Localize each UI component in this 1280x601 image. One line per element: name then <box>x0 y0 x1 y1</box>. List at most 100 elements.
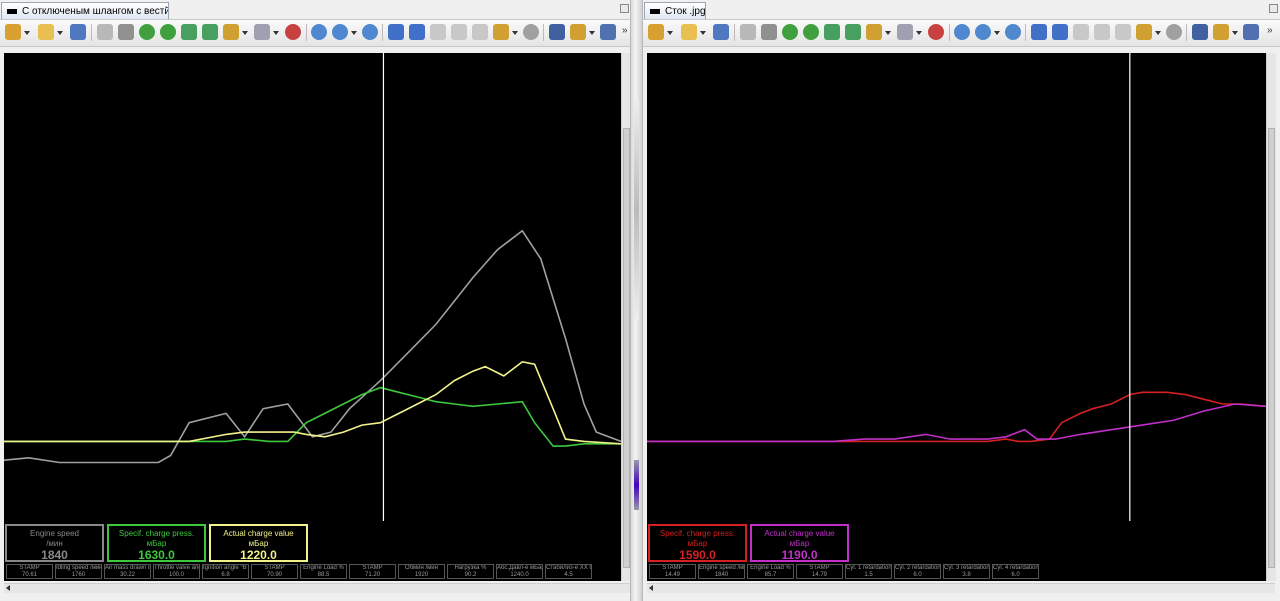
cell-value: 4.5 <box>564 572 573 578</box>
horizontal-scrollbar[interactable] <box>647 583 1275 593</box>
binoculars-icon[interactable] <box>600 24 616 40</box>
chart-canvas <box>4 53 621 521</box>
frame-next-icon[interactable] <box>1094 24 1110 40</box>
zoom-out-icon[interactable] <box>1005 24 1021 40</box>
zoom-icon[interactable] <box>332 24 348 40</box>
crop-icon[interactable] <box>761 24 777 40</box>
save-icon[interactable] <box>70 24 86 40</box>
value-cell[interactable]: Engine speed /мин1840 <box>698 564 745 579</box>
value-cell[interactable]: STAMP 14.49 <box>649 564 696 579</box>
value-cell[interactable]: STAMP 70.90 <box>251 564 298 579</box>
rotate-right-icon[interactable] <box>160 24 176 40</box>
frame-first-icon[interactable] <box>472 24 488 40</box>
tools-icon[interactable] <box>866 24 882 40</box>
link-icon[interactable] <box>1166 24 1182 40</box>
horizontal-scrollbar[interactable] <box>4 583 630 593</box>
frame-prev-icon[interactable] <box>1073 24 1089 40</box>
value-cell[interactable]: Engine Load % 88.5 <box>300 564 347 579</box>
gauge-unit: /мин <box>46 539 63 548</box>
link-icon[interactable] <box>523 24 539 40</box>
hierarchy-icon[interactable] <box>648 24 664 40</box>
marker-icon[interactable] <box>928 24 944 40</box>
gauge-specif-charge-press[interactable]: Specif. charge press. мБар 1630.0 <box>107 524 206 562</box>
value-cell[interactable]: Idling speed /мин 1760 <box>55 564 102 579</box>
zoom-in-icon[interactable] <box>311 24 327 40</box>
rotate-left-icon[interactable] <box>139 24 155 40</box>
settings-icon[interactable] <box>897 24 913 40</box>
scroll-thumb[interactable] <box>623 128 630 568</box>
settings-icon[interactable] <box>254 24 270 40</box>
graph-area[interactable] <box>647 53 1266 521</box>
arrow-right-icon[interactable] <box>1052 24 1068 40</box>
gauge-label: Actual charge value <box>223 529 294 538</box>
pane-splitter[interactable] <box>630 0 643 601</box>
gauge-unit: мБар <box>248 539 269 548</box>
save-icon[interactable] <box>713 24 729 40</box>
value-cell[interactable]: Cyl. 2 retardation ...6.0 <box>894 564 941 579</box>
undo-icon[interactable] <box>97 24 113 40</box>
open-folder-icon[interactable] <box>681 24 697 40</box>
undo-icon[interactable] <box>740 24 756 40</box>
gauge-engine-speed[interactable]: Engine speed/мин 1840 <box>5 524 104 562</box>
value-cell[interactable]: Cyl. 1 retardation ...1.5 <box>845 564 892 579</box>
value-cell[interactable]: STAMP 70.61 <box>6 564 53 579</box>
toolbar-overflow[interactable]: » <box>622 25 628 36</box>
gauge-specif-charge-press[interactable]: Specif. charge press. мБар 1590.0 <box>648 524 747 562</box>
value-cell[interactable]: Нагрузка % 90.2 <box>447 564 494 579</box>
cell-value: 3.8 <box>962 572 971 578</box>
zoom-icon[interactable] <box>975 24 991 40</box>
fullscreen-icon[interactable] <box>1192 24 1208 40</box>
arrow-left-icon[interactable] <box>388 24 404 40</box>
fullscreen-icon[interactable] <box>549 24 565 40</box>
value-cell[interactable]: Обмин /мин 1920 <box>398 564 445 579</box>
presentation-icon[interactable] <box>493 24 509 40</box>
value-cell[interactable]: Cyl. 4 retardation ...6.0 <box>992 564 1039 579</box>
rotate-left-icon[interactable] <box>782 24 798 40</box>
value-cell[interactable]: Абс.Давл-е мБар 1240.0 <box>496 564 543 579</box>
import-icon[interactable] <box>202 24 218 40</box>
hierarchy-icon[interactable] <box>5 24 21 40</box>
rotate-right-icon[interactable] <box>803 24 819 40</box>
gauge-actual-charge-value[interactable]: Actual charge value мБар 1190.0 <box>750 524 849 562</box>
cell-label: STAMP <box>19 565 40 571</box>
value-cell[interactable]: Ignition angle °BT...6.8 <box>202 564 249 579</box>
frame-prev-icon[interactable] <box>430 24 446 40</box>
value-cell[interactable]: Air mass drawn in ...30.22 <box>104 564 151 579</box>
arrow-right-icon[interactable] <box>409 24 425 40</box>
close-icon[interactable] <box>620 4 629 13</box>
window-icon[interactable] <box>1213 24 1229 40</box>
value-cell[interactable]: Throttle valve angl...100.0 <box>153 564 200 579</box>
tab-left-file[interactable]: С отключеным шлангом с вестй гей... <box>1 2 169 19</box>
frame-next-icon[interactable] <box>451 24 467 40</box>
graph-area[interactable] <box>4 53 621 521</box>
frame-first-icon[interactable] <box>1115 24 1131 40</box>
scroll-thumb[interactable] <box>1268 128 1275 568</box>
tools-icon[interactable] <box>223 24 239 40</box>
scroll-left-icon[interactable] <box>6 585 10 591</box>
cell-value: 14.79 <box>811 572 827 578</box>
value-cell[interactable]: STAMP 71.20 <box>349 564 396 579</box>
toolbar-overflow[interactable]: » <box>1267 25 1273 36</box>
value-cell[interactable]: STAMP 14.79 <box>796 564 843 579</box>
vertical-scrollbar[interactable] <box>1266 53 1276 581</box>
zoom-out-icon[interactable] <box>362 24 378 40</box>
marker-icon[interactable] <box>285 24 301 40</box>
crop-icon[interactable] <box>118 24 134 40</box>
binoculars-icon[interactable] <box>1243 24 1259 40</box>
window-icon[interactable] <box>570 24 586 40</box>
cell-label: Idling speed /мин <box>56 565 101 571</box>
scroll-left-icon[interactable] <box>649 585 653 591</box>
import-icon[interactable] <box>845 24 861 40</box>
zoom-in-icon[interactable] <box>954 24 970 40</box>
export-icon[interactable] <box>824 24 840 40</box>
value-cell[interactable]: Стабилиз-е ХХ СР4.5 <box>545 564 592 579</box>
close-icon[interactable] <box>1269 4 1278 13</box>
open-folder-icon[interactable] <box>38 24 54 40</box>
value-cell[interactable]: Cyl. 3 retardation ...3.8 <box>943 564 990 579</box>
export-icon[interactable] <box>181 24 197 40</box>
gauge-actual-charge-value[interactable]: Actual charge value мБар 1220.0 <box>209 524 308 562</box>
tab-right-file[interactable]: Сток .jpg <box>644 2 706 19</box>
arrow-left-icon[interactable] <box>1031 24 1047 40</box>
value-cell[interactable]: Engine Load % 85.7 <box>747 564 794 579</box>
presentation-icon[interactable] <box>1136 24 1152 40</box>
